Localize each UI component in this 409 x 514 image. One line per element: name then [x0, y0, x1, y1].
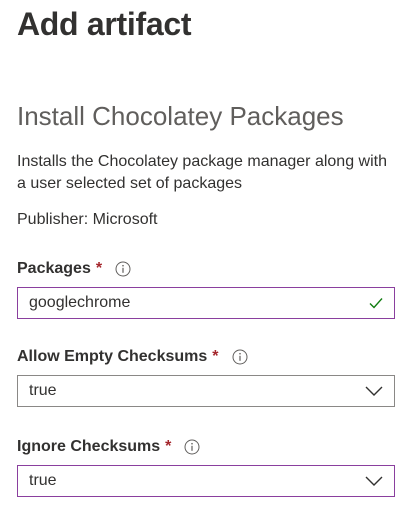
ignore-checksums-value[interactable]: true: [29, 472, 365, 490]
ignore-checksums-dropdown[interactable]: true: [17, 465, 395, 497]
artifact-name: Install Chocolatey Packages: [17, 101, 344, 131]
allow-empty-checksums-label: Allow Empty Checksums: [17, 348, 208, 365]
packages-input[interactable]: googlechrome: [17, 287, 395, 319]
chevron-down-icon[interactable]: [365, 386, 383, 396]
allow-empty-checksums-value[interactable]: true: [29, 382, 365, 400]
chevron-down-icon[interactable]: [365, 476, 383, 486]
checkmark-icon: [369, 297, 383, 309]
required-marker: *: [165, 438, 172, 455]
artifact-description: Installs the Chocolatey package manager …: [17, 153, 387, 192]
packages-label: Packages: [17, 260, 91, 277]
allow-empty-checksums-label-row: Allow Empty Checksums *: [17, 348, 248, 366]
packages-input-value[interactable]: googlechrome: [29, 294, 369, 312]
packages-label-row: Packages *: [17, 260, 131, 278]
allow-empty-checksums-dropdown[interactable]: true: [17, 375, 395, 407]
info-icon[interactable]: [232, 349, 248, 365]
publisher-text: Publisher: Microsoft: [17, 211, 158, 228]
ignore-checksums-label-row: Ignore Checksums *: [17, 438, 200, 456]
info-icon[interactable]: [115, 261, 131, 277]
info-icon[interactable]: [184, 439, 200, 455]
panel-title: Add artifact: [17, 6, 192, 42]
required-marker: *: [95, 260, 103, 277]
required-marker: *: [212, 348, 219, 365]
ignore-checksums-label: Ignore Checksums: [17, 438, 161, 455]
